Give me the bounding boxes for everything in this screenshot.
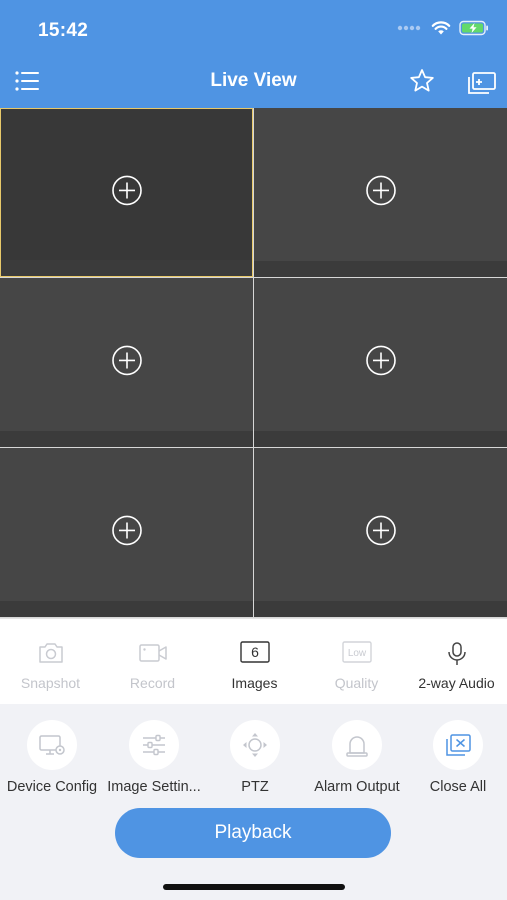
tile-bar <box>0 431 253 447</box>
tile-bar <box>254 431 507 447</box>
ptz-circle <box>230 720 280 770</box>
sliders-icon <box>143 734 165 756</box>
quality-button[interactable]: Low Quality <box>306 619 407 705</box>
tile-bar <box>254 601 507 617</box>
video-tile-1[interactable] <box>0 108 253 277</box>
video-tile-5[interactable] <box>0 448 253 617</box>
add-channel-icon[interactable] <box>365 514 397 546</box>
ptz-icon <box>243 733 267 757</box>
video-tile-2[interactable] <box>254 108 507 277</box>
camera-icon <box>38 643 63 663</box>
alarm-output-circle <box>332 720 382 770</box>
images-count-icon: 6 <box>239 641 270 663</box>
close-all-label: Close All <box>429 779 487 795</box>
video-tile-6[interactable] <box>254 448 507 617</box>
snapshot-label: Snapshot <box>20 675 81 691</box>
live-toolbar: Snapshot Record 6 Images Low Quality 2-w… <box>0 618 507 704</box>
action-panel: Device Config Image Settin... PTZ Alarm … <box>0 704 507 900</box>
status-time: 15:42 <box>38 20 89 41</box>
wifi-icon <box>431 21 451 35</box>
microphone-icon <box>447 642 466 665</box>
home-indicator <box>163 884 345 890</box>
alarm-output-button[interactable]: Alarm Output <box>305 720 409 800</box>
record-label: Record <box>129 675 176 691</box>
close-all-icon <box>446 734 471 756</box>
close-all-button[interactable]: Close All <box>406 720 507 800</box>
device-config-button[interactable]: Device Config <box>0 720 104 800</box>
tile-bar <box>254 261 507 277</box>
cellular-signal-icon <box>397 25 421 31</box>
video-tile-4[interactable] <box>254 278 507 447</box>
video-record-icon <box>138 644 167 662</box>
image-settings-button[interactable]: Image Settin... <box>102 720 206 800</box>
device-config-label: Device Config <box>6 779 98 795</box>
add-window-icon <box>468 72 496 94</box>
images-button[interactable]: 6 Images <box>204 619 305 705</box>
tile-bar <box>1 260 252 276</box>
playback-button[interactable]: Playback <box>115 808 391 858</box>
star-icon <box>410 69 434 92</box>
tile-bar <box>0 601 253 617</box>
add-window-button[interactable] <box>466 68 498 96</box>
close-all-circle <box>433 720 483 770</box>
add-channel-icon[interactable] <box>365 344 397 376</box>
record-button[interactable]: Record <box>102 619 203 705</box>
two-way-audio-button[interactable]: 2-way Audio <box>406 619 507 705</box>
quality-badge: Low <box>347 648 366 659</box>
video-grid <box>0 108 507 618</box>
ptz-button[interactable]: PTZ <box>203 720 307 800</box>
device-config-circle <box>27 720 77 770</box>
image-settings-label: Image Settin... <box>107 779 201 795</box>
favorite-button[interactable] <box>408 67 436 95</box>
quality-icon: Low <box>341 641 372 663</box>
app-header: 15:42 Live View <box>0 0 507 108</box>
add-channel-icon[interactable] <box>111 514 143 546</box>
add-channel-icon[interactable] <box>111 344 143 376</box>
snapshot-button[interactable]: Snapshot <box>0 619 101 705</box>
status-icons <box>397 20 489 36</box>
alarm-output-label: Alarm Output <box>314 779 400 795</box>
ptz-label: PTZ <box>241 779 269 795</box>
device-config-icon <box>39 735 65 755</box>
add-channel-icon[interactable] <box>365 174 397 206</box>
images-count-badge: 6 <box>251 644 259 660</box>
image-settings-circle <box>129 720 179 770</box>
video-tile-3[interactable] <box>0 278 253 447</box>
quality-label: Quality <box>334 675 379 691</box>
alarm-light-icon <box>346 736 368 757</box>
two-way-audio-label: 2-way Audio <box>418 675 495 691</box>
images-label: Images <box>231 675 278 691</box>
add-channel-icon[interactable] <box>111 174 143 206</box>
battery-charging-icon <box>459 20 488 36</box>
